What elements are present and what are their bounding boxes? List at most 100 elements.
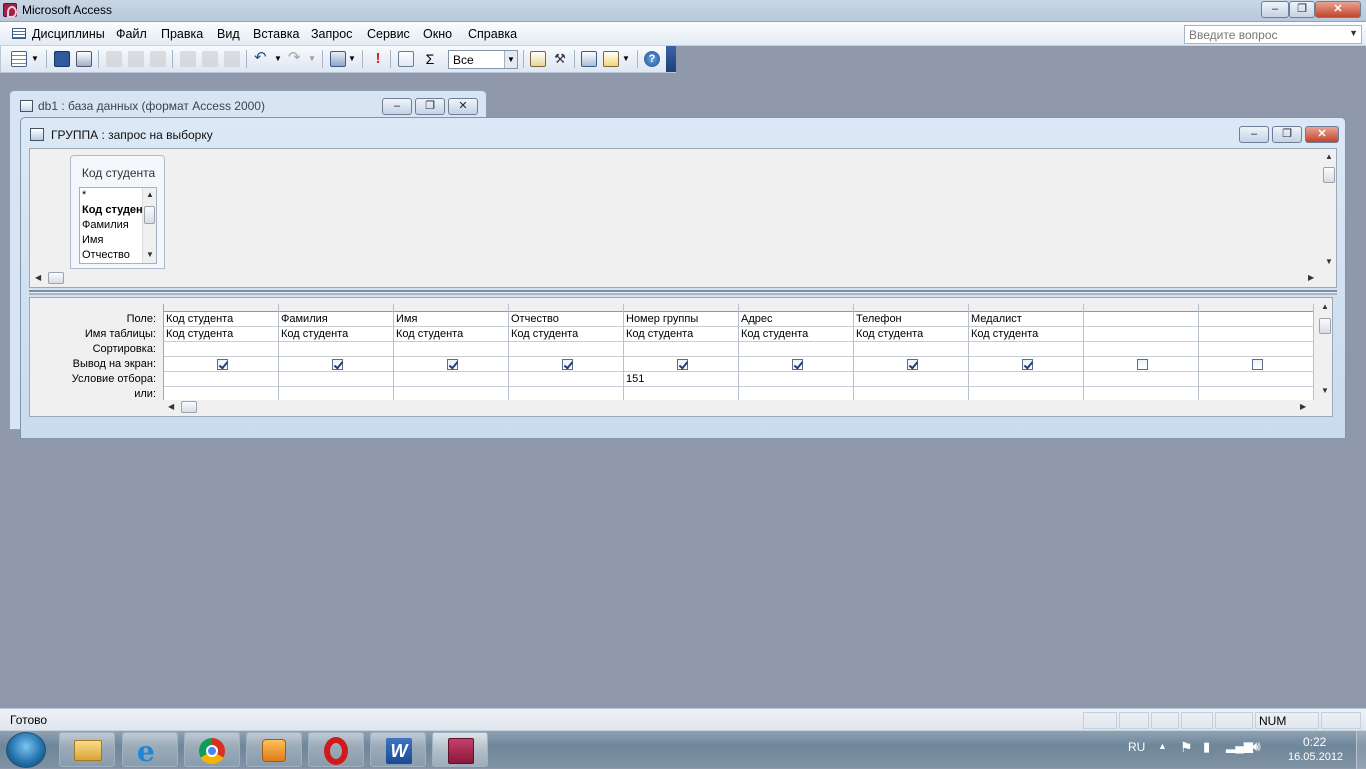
table-cell[interactable]: Код студента — [739, 327, 853, 342]
show-cell[interactable] — [1199, 357, 1313, 372]
scroll-up-icon[interactable]: ▲ — [1325, 152, 1333, 161]
scroll-up-icon[interactable]: ▲ — [1321, 302, 1329, 311]
grid-vscroll[interactable]: ▲ ▼ — [1318, 300, 1332, 400]
chevron-down-icon[interactable]: ▼ — [504, 51, 517, 68]
show-checkbox[interactable] — [446, 359, 458, 370]
db-minimize-button[interactable]: ‒ — [382, 98, 412, 115]
column-selector[interactable] — [164, 304, 278, 312]
show-checkbox[interactable] — [1021, 359, 1033, 370]
field-list-item[interactable]: Имя — [80, 233, 142, 248]
table-cell[interactable]: Код студента — [854, 327, 968, 342]
show-checkbox[interactable] — [331, 359, 343, 370]
field-cell[interactable]: Код студента — [164, 312, 278, 327]
field-list[interactable]: Код студента * Код студента Фамилия Имя … — [70, 155, 165, 269]
menu-query[interactable]: Запрос — [311, 27, 352, 41]
sort-cell[interactable] — [279, 342, 393, 357]
view-icon[interactable] — [11, 51, 27, 67]
criteria-cell[interactable] — [969, 372, 1083, 387]
query-close-button[interactable]: ✕ — [1305, 126, 1339, 143]
field-cell[interactable]: Фамилия — [279, 312, 393, 327]
criteria-cell[interactable] — [509, 372, 623, 387]
totals-icon[interactable]: Σ — [422, 51, 438, 67]
sort-cell[interactable] — [739, 342, 853, 357]
toolbar-options-icon[interactable] — [666, 46, 676, 72]
language-indicator[interactable]: RU — [1128, 740, 1145, 754]
help-icon[interactable]: ? — [644, 51, 660, 67]
sort-cell[interactable] — [1199, 342, 1313, 357]
field-list-item[interactable]: Отчество — [80, 248, 142, 263]
restore-button[interactable]: ❐ — [1289, 1, 1315, 18]
db-close-button[interactable]: ✕ — [448, 98, 478, 115]
field-cell[interactable] — [1199, 312, 1313, 327]
scroll-down-icon[interactable]: ▼ — [146, 250, 154, 259]
scroll-right-icon[interactable]: ▶ — [1300, 402, 1306, 411]
criteria-cell[interactable] — [164, 372, 278, 387]
table-pane-vscroll[interactable]: ▲ ▼ — [1322, 149, 1336, 271]
criteria-cell[interactable] — [394, 372, 508, 387]
table-cell[interactable]: Код студента — [624, 327, 738, 342]
scroll-left-icon[interactable]: ◀ — [168, 402, 174, 411]
scroll-thumb[interactable] — [48, 272, 64, 284]
sort-cell[interactable] — [624, 342, 738, 357]
flag-icon[interactable]: ⚑ — [1180, 739, 1193, 756]
criteria-cell[interactable] — [1084, 372, 1198, 387]
taskbar-word[interactable]: W — [370, 732, 426, 767]
menu-disciplines[interactable]: Дисциплины — [32, 27, 105, 41]
menu-view[interactable]: Вид — [217, 27, 240, 41]
run-icon[interactable]: ! — [370, 51, 386, 67]
undo-dropdown-icon[interactable]: ▼ — [274, 51, 284, 67]
print-preview-icon[interactable] — [128, 51, 144, 67]
db-restore-button[interactable]: ❐ — [415, 98, 445, 115]
sort-cell[interactable] — [854, 342, 968, 357]
menu-window[interactable]: Окно — [423, 27, 452, 41]
table-cell[interactable]: Код студента — [509, 327, 623, 342]
field-list-scrollbar[interactable]: ▲ ▼ — [142, 188, 156, 263]
column-selector[interactable] — [624, 304, 738, 312]
print-icon[interactable] — [106, 51, 122, 67]
build-icon[interactable]: ⚒ — [552, 51, 568, 67]
scroll-thumb[interactable] — [181, 401, 197, 413]
network-icon[interactable]: ▂▄▆ — [1226, 739, 1253, 753]
volume-icon[interactable]: 🔊︎ — [1252, 738, 1261, 755]
table-cell[interactable]: Код студента — [969, 327, 1083, 342]
show-checkbox[interactable] — [676, 359, 688, 370]
column-selector[interactable] — [509, 304, 623, 312]
search-icon[interactable] — [76, 51, 92, 67]
criteria-cell[interactable] — [739, 372, 853, 387]
table-cell[interactable]: Код студента — [164, 327, 278, 342]
sort-cell[interactable] — [164, 342, 278, 357]
taskbar-chrome[interactable] — [184, 732, 240, 767]
menu-file[interactable]: Файл — [116, 27, 147, 41]
scroll-thumb[interactable] — [1319, 318, 1331, 334]
query-type-icon[interactable] — [330, 51, 346, 67]
show-desktop-button[interactable] — [1356, 731, 1366, 769]
column-selector[interactable] — [279, 304, 393, 312]
field-cell[interactable]: Адрес — [739, 312, 853, 327]
pane-splitter[interactable] — [29, 290, 1337, 295]
sort-cell[interactable] — [1084, 342, 1198, 357]
start-button[interactable] — [6, 732, 46, 768]
show-checkbox[interactable] — [561, 359, 573, 370]
chevron-down-icon[interactable]: ▼ — [1349, 28, 1358, 38]
scroll-down-icon[interactable]: ▼ — [1321, 386, 1329, 395]
show-checkbox[interactable] — [906, 359, 918, 370]
field-list-item[interactable]: Код студента — [80, 203, 142, 218]
top-values-combo[interactable]: Все ▼ — [448, 50, 518, 69]
taskbar-opera[interactable] — [308, 732, 364, 767]
field-list-item[interactable]: * — [80, 188, 142, 203]
show-hidden-icons-icon[interactable]: ▲ — [1158, 741, 1167, 751]
show-cell[interactable] — [1084, 357, 1198, 372]
menu-help[interactable]: Справка — [468, 27, 517, 41]
menu-insert[interactable]: Вставка — [253, 27, 299, 41]
scroll-up-icon[interactable]: ▲ — [146, 190, 154, 199]
clock-time[interactable]: 0:22 — [1303, 735, 1326, 749]
show-checkbox[interactable] — [791, 359, 803, 370]
grid-hscroll[interactable]: ◀ ▶ — [163, 400, 1314, 414]
column-selector[interactable] — [394, 304, 508, 312]
column-selector[interactable] — [739, 304, 853, 312]
table-cell[interactable]: Код студента — [394, 327, 508, 342]
redo-icon[interactable]: ↷ — [288, 50, 304, 67]
scroll-right-icon[interactable]: ▶ — [1308, 273, 1314, 282]
field-cell[interactable]: Отчество — [509, 312, 623, 327]
menu-edit[interactable]: Правка — [161, 27, 203, 41]
